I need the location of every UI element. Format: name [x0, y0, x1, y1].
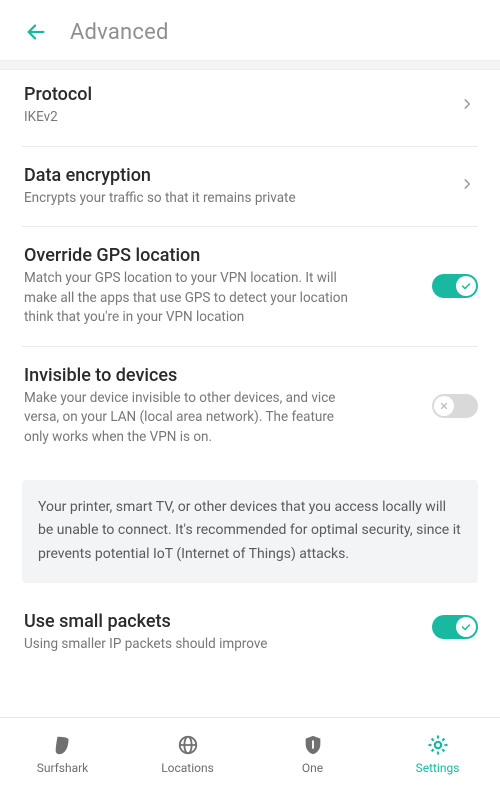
toggle-invisible[interactable] — [432, 394, 478, 418]
nav-locations[interactable]: Locations — [125, 718, 250, 789]
row-subtitle: Encrypts your traffic so that it remains… — [24, 189, 418, 209]
row-subtitle: Using smaller IP packets should improve — [24, 635, 344, 655]
gear-icon — [425, 733, 451, 757]
back-button[interactable] — [22, 18, 50, 46]
check-icon — [460, 621, 472, 633]
nav-label: Locations — [161, 761, 214, 775]
arrow-left-icon — [25, 21, 47, 43]
nav-label: Settings — [416, 761, 460, 775]
check-icon — [460, 280, 472, 292]
row-small-packets: Use small packets Using smaller IP packe… — [22, 593, 478, 661]
row-subtitle: Match your GPS location to your VPN loca… — [24, 269, 354, 328]
toggle-knob — [456, 276, 476, 296]
row-protocol[interactable]: Protocol IKEv2 — [22, 66, 478, 147]
row-title: Use small packets — [24, 611, 418, 632]
x-icon — [439, 401, 449, 411]
nav-label: One — [302, 761, 323, 775]
bottom-fade — [0, 697, 500, 717]
bottom-nav: Surfshark Locations One Settings — [0, 717, 500, 789]
nav-settings[interactable]: Settings — [375, 718, 500, 789]
toggle-knob — [456, 617, 476, 637]
row-subtitle: Make your device invisible to other devi… — [24, 389, 344, 448]
surfshark-icon — [50, 733, 76, 757]
row-title: Data encryption — [24, 165, 418, 186]
settings-content: Protocol IKEv2 Data encryption Encrypts … — [0, 66, 500, 717]
nav-one[interactable]: One — [250, 718, 375, 789]
nav-label: Surfshark — [37, 761, 89, 775]
info-box: Your printer, smart TV, or other devices… — [22, 480, 478, 583]
row-override-gps: Override GPS location Match your GPS loc… — [22, 227, 478, 347]
toggle-knob — [434, 396, 454, 416]
row-title: Invisible to devices — [24, 365, 418, 386]
row-data-encryption[interactable]: Data encryption Encrypts your traffic so… — [22, 147, 478, 228]
row-title: Protocol — [24, 84, 418, 105]
row-invisible: Invisible to devices Make your device in… — [22, 347, 478, 466]
toggle-gps[interactable] — [432, 274, 478, 298]
chevron-right-icon — [460, 93, 474, 119]
globe-icon — [175, 733, 201, 757]
page-title: Advanced — [70, 20, 169, 45]
row-subtitle: IKEv2 — [24, 108, 418, 128]
nav-surfshark[interactable]: Surfshark — [0, 718, 125, 789]
shield-icon — [300, 733, 326, 757]
chevron-right-icon — [460, 173, 474, 199]
topbar: Advanced — [0, 0, 500, 60]
row-title: Override GPS location — [24, 245, 418, 266]
toggle-packets[interactable] — [432, 615, 478, 639]
